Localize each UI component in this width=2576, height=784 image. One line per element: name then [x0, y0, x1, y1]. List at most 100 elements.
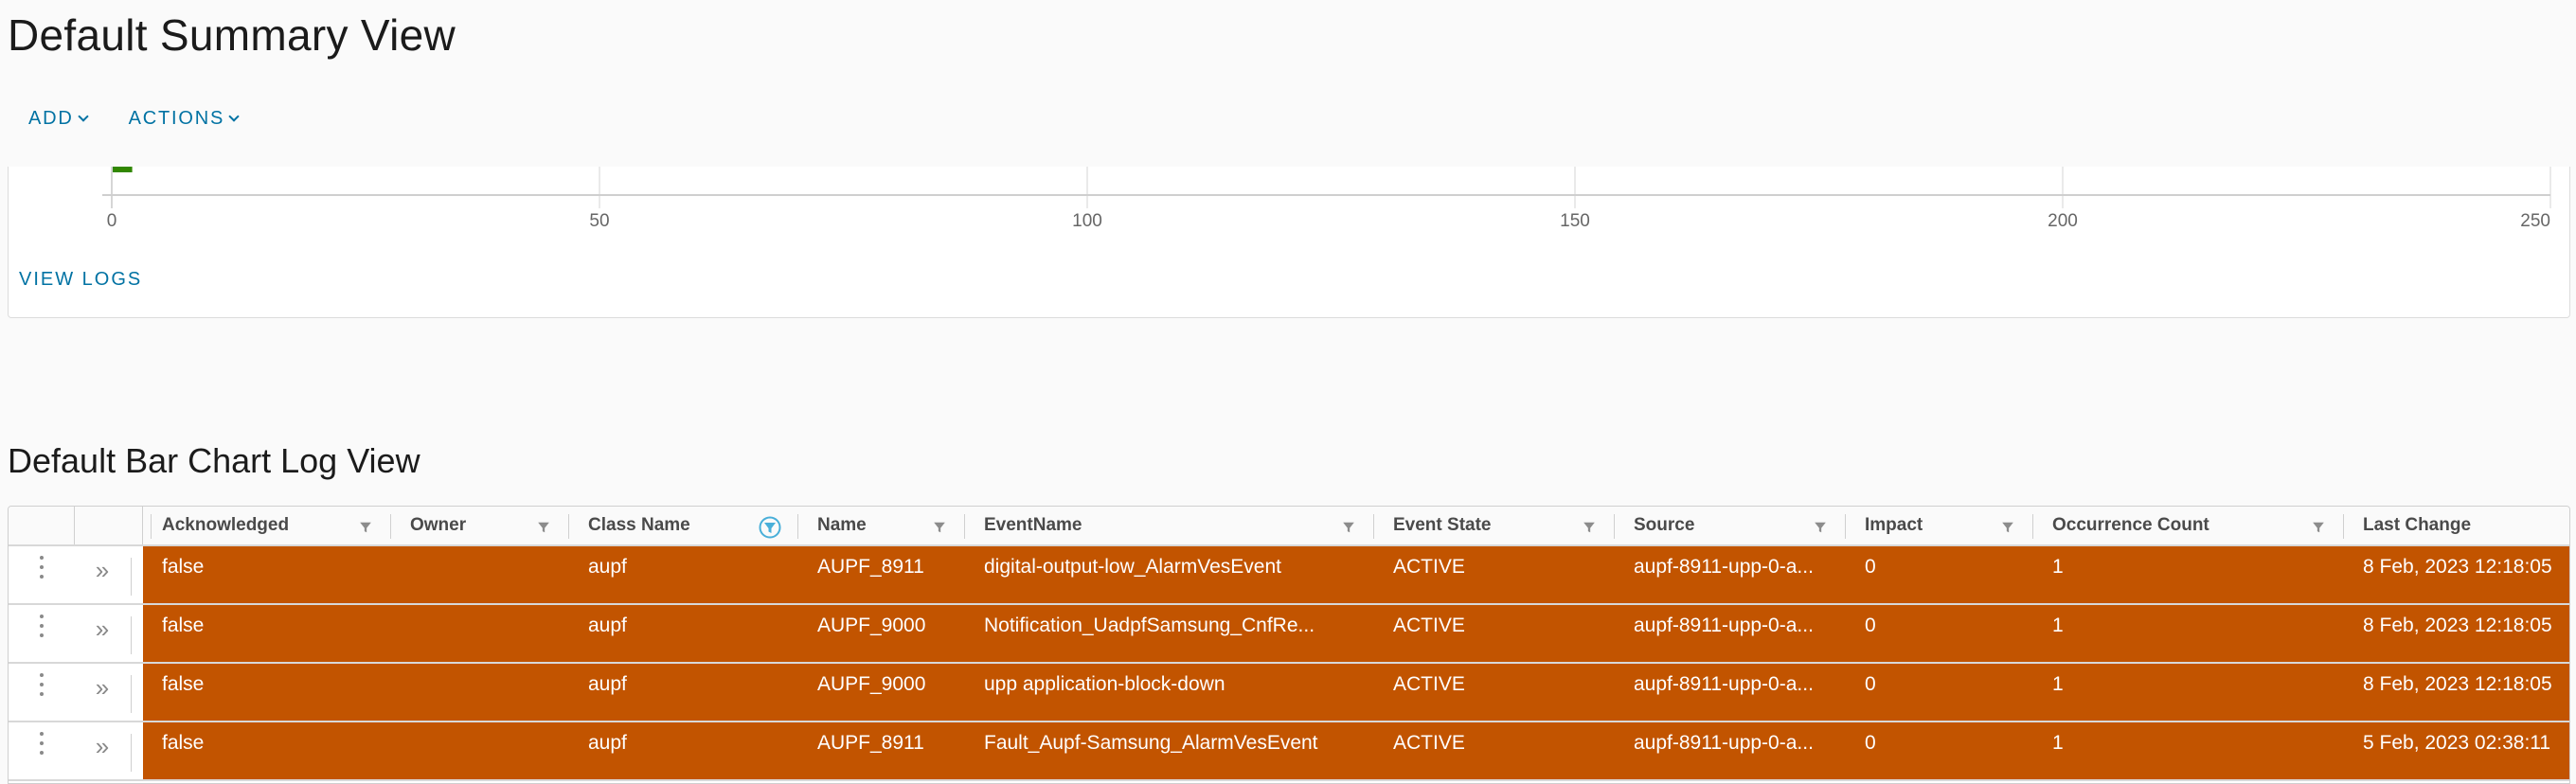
cell-occurrence-count: 1 — [2052, 556, 2064, 578]
filter-icon[interactable] — [359, 521, 372, 534]
cell-event-name: Fault_Aupf-Samsung_AlarmVesEvent — [984, 732, 1318, 754]
toolbar: ADD ACTIONS — [28, 108, 240, 130]
row-actions-button[interactable] — [9, 664, 75, 721]
cell-class-name: aupf — [588, 732, 627, 754]
cell-name: AUPF_8911 — [817, 556, 924, 578]
row-expand-button[interactable]: » — [75, 605, 143, 662]
cell-event-state: ACTIVE — [1393, 615, 1465, 636]
table-row[interactable]: » false aupf AUPF_8911 digital-output-low_Al… — [9, 546, 2569, 605]
cell-impact: 0 — [1865, 556, 1876, 578]
column-header-label: Event State — [1393, 515, 1492, 535]
double-chevron-right-icon: » — [95, 732, 110, 760]
more-vertical-icon — [40, 732, 44, 755]
cell-name: AUPF_9000 — [817, 615, 926, 636]
x-tick-label: 250 — [2520, 211, 2550, 231]
add-button[interactable]: ADD — [28, 108, 89, 130]
x-tick-label: 0 — [107, 211, 117, 231]
cell-last-change: 5 Feb, 2023 02:38:11 — [2363, 732, 2551, 754]
row-expand-button[interactable]: » — [75, 722, 143, 779]
actions-button-label: ACTIONS — [128, 108, 225, 129]
cell-owner — [391, 722, 569, 779]
more-vertical-icon — [40, 673, 44, 696]
datagrid-body: » false aupf AUPF_8911 digital-output-low_Al… — [9, 546, 2569, 781]
row-actions-button[interactable] — [9, 722, 75, 779]
cell-owner — [391, 664, 569, 721]
cell-event-state: ACTIVE — [1393, 732, 1465, 754]
cell-owner — [391, 546, 569, 603]
filter-icon[interactable] — [2312, 521, 2325, 534]
column-header-label: Name — [817, 515, 867, 535]
table-row[interactable]: » false aupf AUPF_8911 Fault_Aupf-Samsung_Al… — [9, 722, 2569, 781]
column-header-label: Owner — [410, 515, 467, 535]
cell-occurrence-count: 1 — [2052, 732, 2064, 754]
column-header[interactable]: EventName — [965, 507, 1374, 544]
cell-class-name: aupf — [588, 615, 627, 636]
filter-icon[interactable] — [933, 521, 946, 534]
view-logs-link[interactable]: VIEW LOGS — [19, 269, 142, 291]
cell-source: aupf-8911-upp-0-a... — [1634, 732, 1814, 754]
cell-acknowledged: false — [162, 556, 205, 578]
column-header[interactable]: Occurrence Count — [2033, 507, 2344, 544]
x-tick-label: 200 — [2048, 211, 2078, 231]
cell-event-name: upp application-block-down — [984, 673, 1225, 695]
row-expand-button[interactable]: » — [75, 664, 143, 721]
x-tick-label: 50 — [589, 211, 609, 231]
cell-event-state: ACTIVE — [1393, 673, 1465, 695]
header-expand-column — [75, 507, 152, 544]
cell-acknowledged: false — [162, 615, 205, 636]
row-actions-button[interactable] — [9, 546, 75, 603]
bar-normal[interactable] — [113, 167, 133, 172]
column-header[interactable]: Last Change — [2344, 507, 2569, 544]
column-header-label: Occurrence Count — [2052, 515, 2209, 535]
summary-chart-card: 0 50 100 150 200 250 Normal VIEW LOGS — [8, 167, 2570, 318]
row-expand-button[interactable]: » — [75, 546, 143, 603]
table-row[interactable]: » false aupf AUPF_9000 upp application-block… — [9, 664, 2569, 722]
x-tick-label: 100 — [1072, 211, 1102, 231]
cell-occurrence-count: 1 — [2052, 673, 2064, 695]
chevron-down-icon — [77, 111, 89, 122]
cell-impact: 0 — [1865, 615, 1876, 636]
y-category-label: Normal — [46, 167, 98, 170]
cell-class-name: aupf — [588, 556, 627, 578]
table-row[interactable]: » false aupf AUPF_9000 Notification_UadpfSam… — [9, 605, 2569, 664]
column-header[interactable]: Event State — [1374, 507, 1615, 544]
x-tick-label: 150 — [1560, 211, 1590, 231]
column-header[interactable]: Source — [1615, 507, 1846, 544]
filter-icon[interactable] — [2001, 521, 2014, 534]
row-cells: false aupf AUPF_9000 upp application-block-… — [143, 664, 2569, 721]
double-chevron-right-icon: » — [95, 556, 110, 584]
cell-acknowledged: false — [162, 732, 205, 754]
more-vertical-icon — [40, 615, 44, 637]
filter-icon[interactable] — [1583, 521, 1596, 534]
cell-impact: 0 — [1865, 673, 1876, 695]
row-actions-button[interactable] — [9, 605, 75, 662]
summary-bar-chart: 0 50 100 150 200 250 Normal — [46, 167, 2551, 231]
add-button-label: ADD — [28, 108, 74, 129]
cell-source: aupf-8911-upp-0-a... — [1634, 615, 1814, 636]
cell-last-change: 8 Feb, 2023 12:18:05 — [2363, 673, 2552, 695]
cell-name: AUPF_9000 — [817, 673, 926, 695]
filter-icon[interactable] — [1342, 521, 1355, 534]
column-header[interactable]: Class Name — [569, 507, 798, 544]
double-chevron-right-icon: » — [95, 615, 110, 643]
row-cells: false aupf AUPF_8911 digital-output-low_Ala… — [143, 546, 2569, 603]
filter-icon[interactable] — [1814, 521, 1827, 534]
column-header-label: Class Name — [588, 515, 690, 535]
column-header-label: Source — [1634, 515, 1695, 535]
column-header[interactable]: Name — [798, 507, 965, 544]
filter-icon[interactable] — [537, 521, 550, 534]
header-select-column — [9, 507, 75, 544]
cell-source: aupf-8911-upp-0-a... — [1634, 673, 1814, 695]
column-header-label: Last Change — [2363, 515, 2472, 535]
column-header[interactable]: Acknowledged — [143, 507, 391, 544]
more-vertical-icon — [40, 556, 44, 579]
double-chevron-right-icon: » — [95, 673, 110, 702]
column-header-label: EventName — [984, 515, 1082, 535]
column-header[interactable]: Impact — [1846, 507, 2033, 544]
row-cells: false aupf AUPF_8911 Fault_Aupf-Samsung_Ala… — [143, 722, 2569, 779]
actions-button[interactable]: ACTIONS — [128, 108, 240, 130]
cell-event-name: Notification_UadpfSamsung_CnfRe... — [984, 615, 1315, 636]
filter-active-icon[interactable] — [759, 516, 781, 539]
column-header[interactable]: Owner — [391, 507, 569, 544]
cell-event-name: digital-output-low_AlarmVesEvent — [984, 556, 1281, 578]
